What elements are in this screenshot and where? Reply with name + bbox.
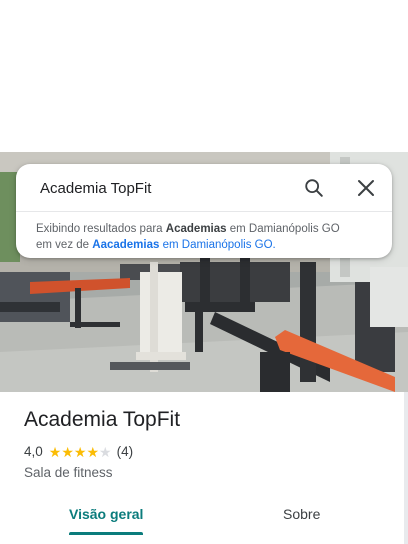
star-icon: ★ (61, 443, 74, 460)
original-location: em Damianópolis GO. (162, 239, 276, 251)
place-title: Academia TopFit (24, 408, 181, 431)
star-icon: ★ (48, 443, 62, 460)
review-count: (4) (116, 444, 134, 459)
notice-prefix: Exibindo resultados para (36, 223, 163, 235)
search-icon[interactable] (303, 177, 325, 199)
tab-overview[interactable]: Visão geral (69, 506, 143, 522)
scrollbar[interactable] (404, 392, 408, 544)
place-category[interactable]: Sala de fitness (24, 465, 113, 480)
tab-about[interactable]: Sobre (283, 506, 320, 522)
star-icon: ★ (73, 443, 87, 460)
selected-tab-indicator (69, 532, 143, 535)
original-search-link[interactable]: Aacademias em Damianópolis GO. (92, 239, 275, 251)
rating-stars: ★ ★ ★ ★ ★ (49, 445, 112, 459)
close-icon[interactable] (356, 178, 376, 198)
star-icon: ★ (99, 443, 112, 460)
shown-location: em Damianópolis GO (229, 223, 340, 235)
rating-row[interactable]: 4,0 ★ ★ ★ ★ ★ (4) (24, 444, 133, 459)
star-icon: ★ (86, 443, 100, 460)
place-tabs: Visão geral Sobre (0, 496, 408, 544)
search-bar (16, 164, 392, 212)
search-input[interactable] (40, 176, 290, 200)
search-correction-notice: Exibindo resultados para Academias em Da… (16, 212, 392, 253)
rating-value: 4,0 (24, 444, 43, 459)
search-card: Exibindo resultados para Academias em Da… (16, 164, 392, 258)
original-term: Aacademias (92, 239, 160, 251)
shown-term: Academias (165, 223, 227, 235)
notice-middle: em vez de (36, 239, 90, 251)
